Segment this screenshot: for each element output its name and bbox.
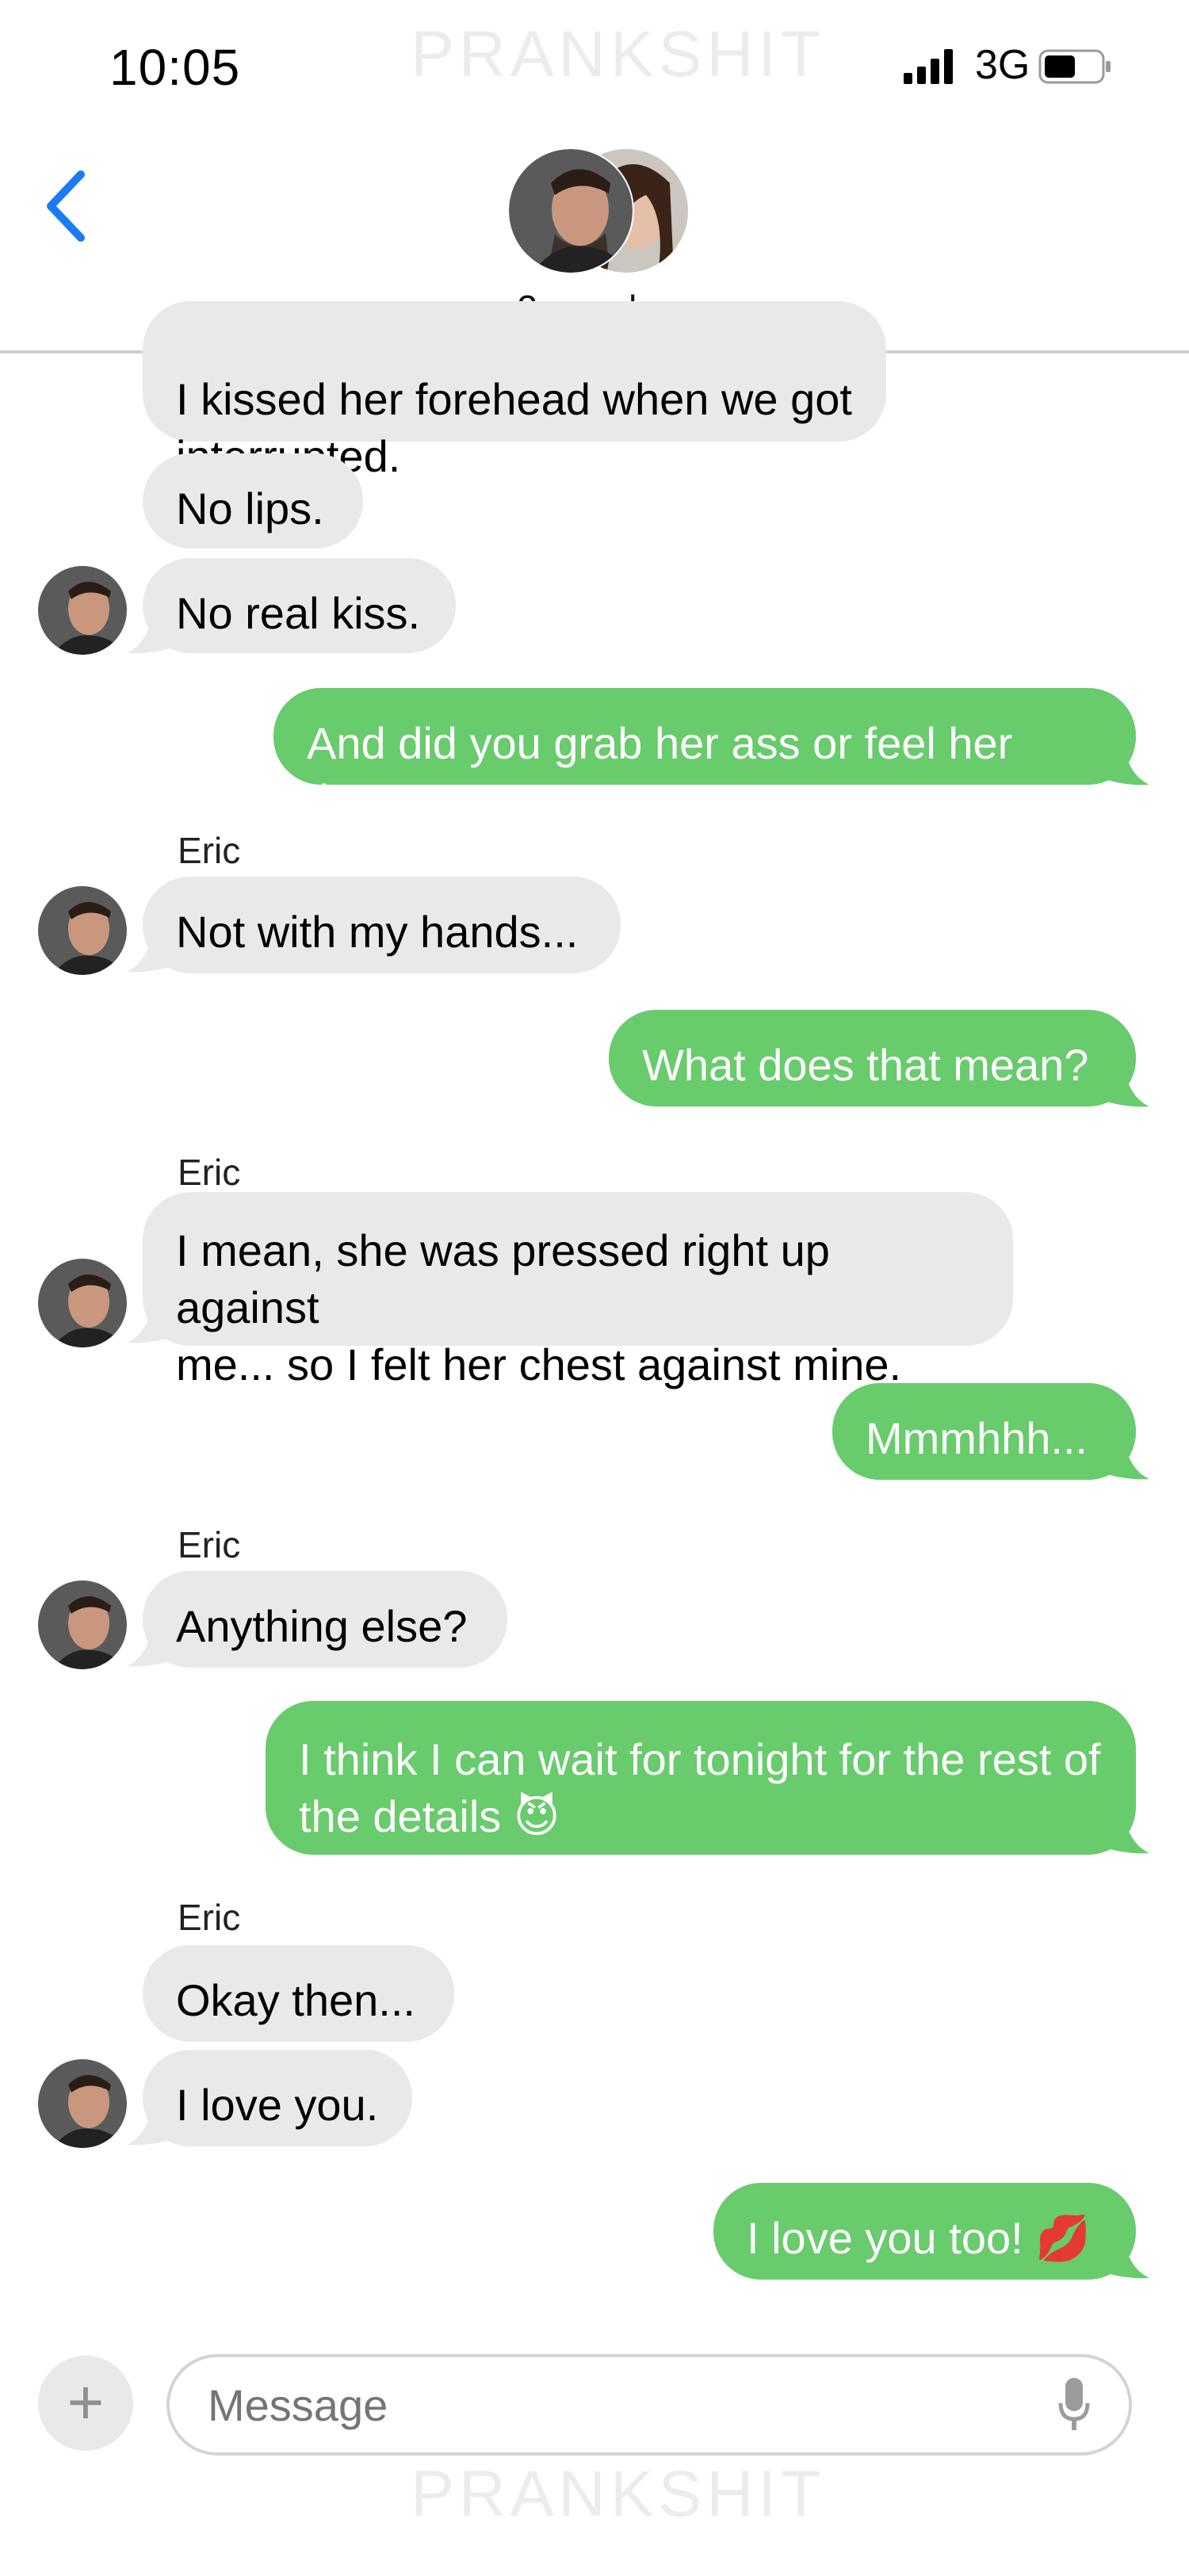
message-bubble-outgoing[interactable]: I love you too! 💋: [713, 2183, 1136, 2280]
message-input[interactable]: [166, 2354, 1132, 2456]
group-avatars[interactable]: [507, 147, 690, 274]
sender-name: Eric: [178, 1152, 241, 1193]
message-bubble-incoming[interactable]: Not with my hands...: [143, 877, 621, 973]
sender-name: Eric: [178, 1897, 241, 1938]
status-time: 10:05: [109, 39, 241, 96]
add-attachment-button[interactable]: +: [38, 2356, 133, 2451]
watermark-top: PRANKSHIT: [411, 18, 826, 90]
microphone-icon[interactable]: [1058, 2376, 1090, 2433]
message-bubble-incoming[interactable]: No real kiss.: [143, 558, 456, 653]
watermark-bottom: PRANKSHIT: [411, 2458, 826, 2530]
avatar: [38, 566, 127, 655]
avatar: [38, 1259, 127, 1347]
message-bubble-incoming[interactable]: I love you.: [143, 2050, 412, 2146]
network-type: 3G: [975, 42, 1030, 88]
message-bubble-outgoing[interactable]: And did you grab her ass or feel her tit…: [273, 688, 1136, 825]
plus-icon: +: [67, 2367, 105, 2437]
message-bubble-incoming[interactable]: Okay then...: [143, 1945, 454, 2042]
message-bubble-incoming[interactable]: I kissed her forehead when we got interr…: [143, 301, 886, 481]
back-chevron-icon[interactable]: [41, 166, 92, 246]
sender-name: Eric: [178, 830, 241, 871]
avatar: [38, 2059, 127, 2148]
avatar: [38, 886, 127, 975]
sender-name: Eric: [178, 1524, 241, 1565]
message-bubble-outgoing[interactable]: What does that mean?: [609, 1010, 1136, 1106]
message-bubble-incoming[interactable]: Anything else?: [143, 1571, 507, 1668]
signal-strength-icon: [904, 49, 953, 84]
message-bubble-outgoing[interactable]: I think I can wait for tonight for the r…: [266, 1701, 1136, 1855]
message-bubble-outgoing[interactable]: Mmmhhh...: [832, 1383, 1136, 1480]
message-bubble-incoming[interactable]: I mean, she was pressed right up against…: [143, 1192, 1013, 1389]
battery-icon: [1038, 49, 1111, 84]
avatar: [38, 1580, 127, 1669]
message-bubble-incoming[interactable]: No lips.: [143, 453, 363, 548]
